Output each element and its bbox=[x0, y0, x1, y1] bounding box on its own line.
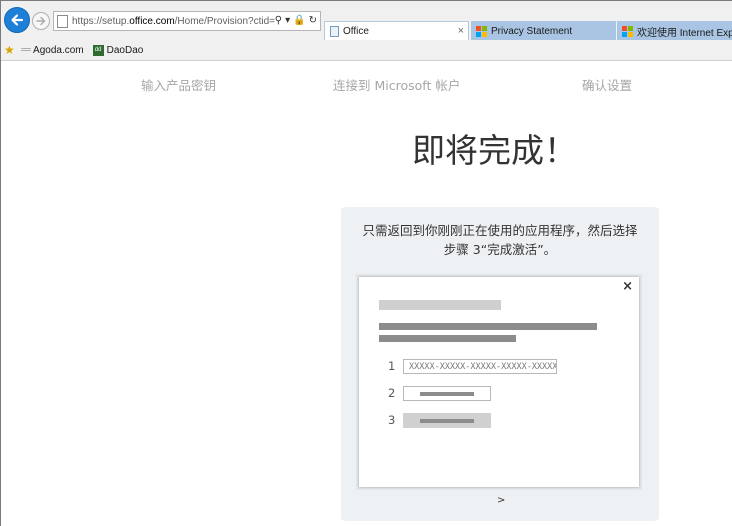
instruction-panel: 只需返回到你刚刚正在使用的应用程序，然后选择 步骤 3“完成激活”。 × 1 X… bbox=[341, 207, 659, 521]
activation-preview: × 1 XXXXX-XXXXX-XXXXX-XXXXX-XXXXX 2 3 bbox=[356, 274, 642, 490]
product-key-field: XXXXX-XXXXX-XXXXX-XXXXX-XXXXX bbox=[403, 359, 557, 374]
instruction-text: 只需返回到你刚刚正在使用的应用程序，然后选择 步骤 3“完成激活”。 bbox=[341, 221, 659, 259]
preview-button bbox=[403, 386, 491, 401]
tab-label: Privacy Statement bbox=[491, 25, 573, 37]
step-connect-account: 连接到 Microsoft 帐户 bbox=[333, 78, 461, 93]
favorite-daodao[interactable]: dd DaoDao bbox=[92, 44, 144, 56]
preview-button-label-bar bbox=[420, 391, 474, 396]
preview-heading-bar bbox=[379, 300, 501, 310]
preview-button-label-bar bbox=[420, 418, 474, 423]
tab-privacy-statement[interactable]: Privacy Statement bbox=[471, 21, 616, 41]
refresh-icon[interactable]: ↻ bbox=[309, 16, 317, 26]
address-domain: office.com bbox=[129, 15, 175, 27]
instruction-line: 步骤 3“完成激活”。 bbox=[443, 242, 557, 257]
tab-label: Office bbox=[343, 26, 369, 37]
forward-button[interactable] bbox=[32, 12, 50, 30]
page-icon bbox=[330, 26, 339, 37]
favorite-label: Agoda.com bbox=[33, 44, 84, 56]
close-icon: × bbox=[622, 279, 633, 294]
favorite-agoda[interactable]: === Agoda.com bbox=[21, 45, 84, 56]
preview-dialog: × 1 XXXXX-XXXXX-XXXXX-XXXXX-XXXXX 2 3 bbox=[359, 277, 639, 487]
agoda-icon: === bbox=[20, 46, 31, 54]
step-number: 1 bbox=[388, 359, 396, 373]
instruction-line: 只需返回到你刚刚正在使用的应用程序，然后选择 bbox=[362, 223, 638, 238]
address-path: /Home/Provision?ctid= bbox=[174, 15, 275, 27]
next-arrow-icon[interactable]: > bbox=[497, 495, 505, 506]
daodao-icon: dd bbox=[92, 44, 104, 56]
preview-text-bar bbox=[379, 323, 597, 330]
close-icon[interactable]: × bbox=[458, 25, 464, 37]
step-confirm-settings: 确认设置 bbox=[582, 78, 633, 93]
arrow-right-icon bbox=[36, 16, 46, 26]
step-number: 3 bbox=[388, 413, 396, 427]
search-icon[interactable]: ⚲ bbox=[275, 16, 282, 26]
favorites-bar: ★ === Agoda.com dd DaoDao bbox=[1, 40, 732, 61]
back-button[interactable] bbox=[4, 7, 30, 33]
tab-welcome-ie[interactable]: 欢迎使用 Internet Explorer bbox=[617, 21, 732, 41]
step-number: 2 bbox=[388, 386, 396, 400]
address-prefix: https://setup. bbox=[72, 15, 130, 27]
lock-icon[interactable]: 🔒 bbox=[293, 16, 305, 26]
browser-toolbar: https://setup.office.com/Home/Provision?… bbox=[1, 1, 732, 41]
tab-label: 欢迎使用 Internet Explorer bbox=[637, 27, 732, 39]
microsoft-logo-icon bbox=[476, 25, 487, 37]
favorite-label: DaoDao bbox=[106, 44, 144, 56]
preview-finish-button bbox=[403, 413, 491, 428]
arrow-left-icon bbox=[11, 14, 24, 26]
progress-steps: 输入产品密钥 连接到 Microsoft 帐户 确认设置 bbox=[0, 75, 732, 95]
favorites-star-icon[interactable]: ★ bbox=[4, 43, 15, 57]
dropdown-icon[interactable]: ▾ bbox=[285, 16, 290, 26]
microsoft-logo-icon bbox=[622, 25, 633, 37]
step-enter-key: 输入产品密钥 bbox=[141, 78, 217, 93]
address-text[interactable]: https://setup.office.com/Home/Provision?… bbox=[72, 16, 275, 27]
page-icon bbox=[57, 14, 68, 28]
page-title: 即将完成！ bbox=[412, 131, 577, 170]
address-bar[interactable]: https://setup.office.com/Home/Provision?… bbox=[53, 11, 321, 31]
preview-text-bar bbox=[379, 335, 516, 342]
address-icons: ⚲ ▾ 🔒 ↻ bbox=[275, 16, 320, 26]
tab-office[interactable]: Office × bbox=[324, 21, 469, 41]
